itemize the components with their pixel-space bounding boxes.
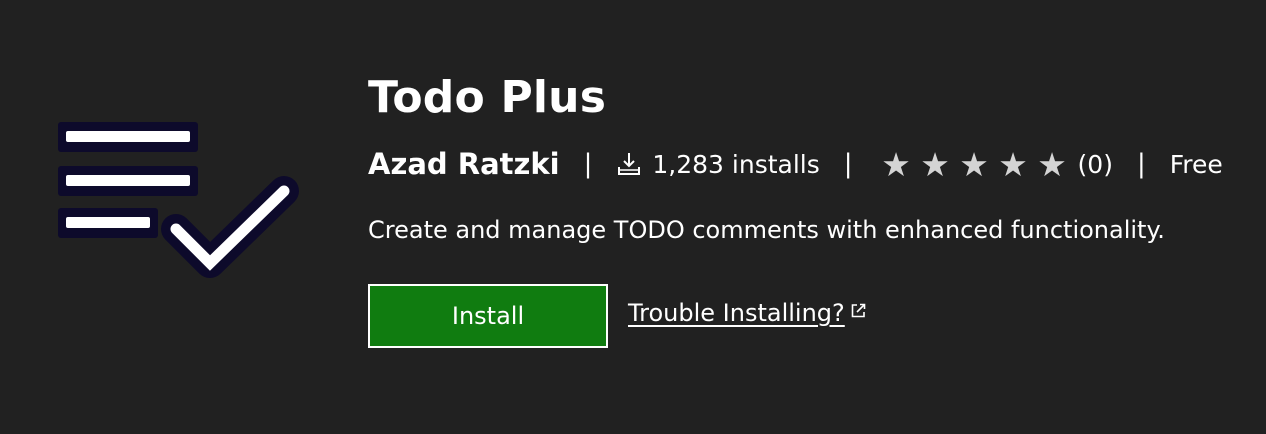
price-label: Free xyxy=(1169,149,1223,179)
external-link-icon xyxy=(851,303,866,317)
todo-checklist-icon xyxy=(58,122,299,278)
install-count: 1,283 installs xyxy=(616,149,820,179)
install-button[interactable]: Install xyxy=(368,284,608,348)
extension-page: Todo Plus Azad Ratzki | 1,283 installs |… xyxy=(0,0,1266,434)
star-icon: ★ xyxy=(881,144,911,184)
trouble-installing-link[interactable]: Trouble Installing? xyxy=(628,299,866,327)
star-icon: ★ xyxy=(998,144,1028,184)
trouble-installing-label: Trouble Installing? xyxy=(628,299,845,327)
extension-meta: Azad Ratzki | 1,283 installs | ★ ★ ★ ★ ★ xyxy=(368,140,1248,188)
publisher-link[interactable]: Azad Ratzki xyxy=(368,147,560,181)
separator: | xyxy=(583,149,593,179)
extension-title: Todo Plus xyxy=(368,72,607,123)
extension-details: Todo Plus Azad Ratzki | 1,283 installs |… xyxy=(368,62,1248,348)
separator: | xyxy=(1136,149,1146,179)
extension-description: Create and manage TODO comments with enh… xyxy=(368,216,1165,244)
rating-stars[interactable]: ★ ★ ★ ★ ★ xyxy=(877,148,1072,181)
separator: | xyxy=(843,149,853,179)
star-icon: ★ xyxy=(920,144,950,184)
star-icon: ★ xyxy=(959,144,989,184)
install-count-label: 1,283 installs xyxy=(652,149,820,179)
star-icon: ★ xyxy=(1037,144,1067,184)
action-row: Install Trouble Installing? xyxy=(368,284,1248,348)
rating-count-link[interactable]: (0) xyxy=(1078,150,1113,179)
download-icon xyxy=(618,153,641,175)
